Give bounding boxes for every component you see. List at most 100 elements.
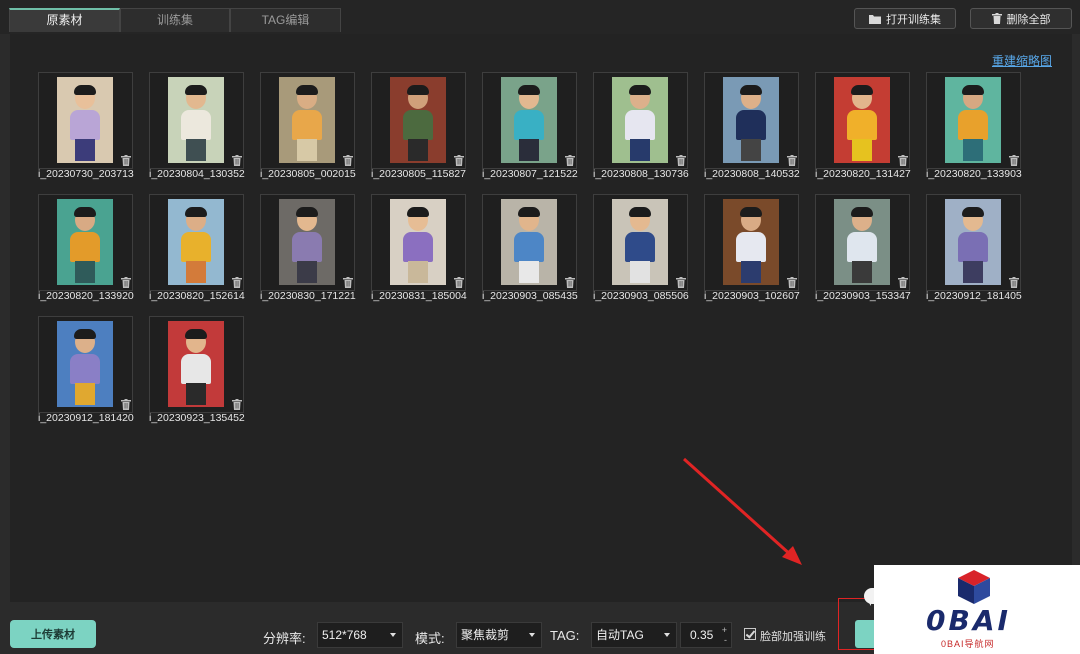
thumbnail-image[interactable] bbox=[57, 321, 113, 407]
thumbnail-filename: i_20230912_181420 bbox=[38, 412, 134, 424]
thumbnail-filename: i_20230804_130352 bbox=[149, 168, 245, 180]
thumbnail-item[interactable]: i_20230903_085506 bbox=[593, 194, 704, 316]
delete-image-icon[interactable] bbox=[898, 155, 908, 166]
thumbnail-frame bbox=[38, 316, 133, 413]
chevron-down-icon bbox=[664, 633, 670, 637]
thumbnail-filename: i_20230903_153347 bbox=[815, 290, 911, 302]
thumbnail-frame bbox=[593, 72, 688, 169]
chevron-down-icon bbox=[529, 633, 535, 637]
thumbnail-filename: i_20230730_203713 bbox=[38, 168, 134, 180]
thumbnail-filename: i_20230923_135452 bbox=[149, 412, 245, 424]
thumbnail-item[interactable]: i_20230805_002015 bbox=[260, 72, 371, 194]
thumbnail-item[interactable]: i_20230820_133903 bbox=[926, 72, 1037, 194]
thumbnail-filename: i_20230831_185004 bbox=[371, 290, 467, 302]
thumbnail-image[interactable] bbox=[168, 77, 224, 163]
delete-image-icon[interactable] bbox=[232, 277, 242, 288]
thumbnail-item[interactable]: i_20230820_152614 bbox=[149, 194, 260, 316]
delete-image-icon[interactable] bbox=[232, 399, 242, 410]
increment-icon[interactable]: + bbox=[722, 626, 727, 635]
thumbnail-image[interactable] bbox=[612, 199, 668, 285]
cube-logo-icon bbox=[958, 570, 990, 604]
thumbnail-item[interactable]: i_20230903_153347 bbox=[815, 194, 926, 316]
tab-tag-edit[interactable]: TAG编辑 bbox=[230, 8, 341, 32]
delete-image-icon[interactable] bbox=[787, 155, 797, 166]
thumbnail-item[interactable]: i_20230805_115827 bbox=[371, 72, 482, 194]
face-enhance-checkbox[interactable] bbox=[744, 628, 756, 640]
open-training-set-button[interactable]: 打开训练集 bbox=[854, 8, 956, 29]
thumbnail-image[interactable] bbox=[945, 199, 1001, 285]
delete-image-icon[interactable] bbox=[454, 277, 464, 288]
thumbnail-image[interactable] bbox=[279, 199, 335, 285]
delete-image-icon[interactable] bbox=[343, 155, 353, 166]
thumbnail-image[interactable] bbox=[57, 199, 113, 285]
delete-image-icon[interactable] bbox=[1009, 277, 1019, 288]
thumbnail-frame bbox=[704, 194, 799, 291]
delete-image-icon[interactable] bbox=[121, 155, 131, 166]
thumbnail-image[interactable] bbox=[279, 77, 335, 163]
delete-image-icon[interactable] bbox=[232, 155, 242, 166]
thumbnail-image[interactable] bbox=[57, 77, 113, 163]
thumbnail-item[interactable]: i_20230903_085435 bbox=[482, 194, 593, 316]
thumbnail-frame bbox=[149, 316, 244, 413]
thumbnail-item[interactable]: i_20230807_121522 bbox=[482, 72, 593, 194]
delete-image-icon[interactable] bbox=[565, 277, 575, 288]
thumbnail-frame bbox=[704, 72, 799, 169]
thumbnail-image[interactable] bbox=[612, 77, 668, 163]
thumbnail-image[interactable] bbox=[501, 77, 557, 163]
open-training-set-label: 打开训练集 bbox=[886, 13, 941, 26]
thumbnail-item[interactable]: i_20230808_140532 bbox=[704, 72, 815, 194]
delete-image-icon[interactable] bbox=[676, 155, 686, 166]
delete-image-icon[interactable] bbox=[676, 277, 686, 288]
threshold-stepper[interactable]: 0.35 + - bbox=[680, 622, 732, 648]
thumbnail-item[interactable]: i_20230831_185004 bbox=[371, 194, 482, 316]
thumbnail-item[interactable]: i_20230804_130352 bbox=[149, 72, 260, 194]
thumbnail-item[interactable]: i_20230808_130736 bbox=[593, 72, 704, 194]
thumbnail-item[interactable]: i_20230912_181420 bbox=[38, 316, 149, 438]
thumbnail-image[interactable] bbox=[945, 77, 1001, 163]
delete-image-icon[interactable] bbox=[454, 155, 464, 166]
thumbnail-item[interactable]: i_20230912_181405 bbox=[926, 194, 1037, 316]
face-enhance-label: 脸部加强训练 bbox=[760, 631, 826, 643]
tab-raw-material[interactable]: 原素材 bbox=[9, 8, 120, 32]
thumbnail-item[interactable]: i_20230820_133920 bbox=[38, 194, 149, 316]
tag-select[interactable]: 自动TAG bbox=[591, 622, 677, 648]
mode-select[interactable]: 聚焦裁剪 bbox=[456, 622, 542, 648]
thumbnail-image[interactable] bbox=[834, 77, 890, 163]
thumbnail-frame bbox=[38, 72, 133, 169]
thumbnail-image[interactable] bbox=[390, 199, 446, 285]
thumbnail-image[interactable] bbox=[168, 321, 224, 407]
thumbnail-image[interactable] bbox=[723, 77, 779, 163]
thumbnail-item[interactable]: i_20230730_203713 bbox=[38, 72, 149, 194]
thumbnail-item[interactable]: i_20230830_171221 bbox=[260, 194, 371, 316]
thumbnail-item[interactable]: i_20230820_131427 bbox=[815, 72, 926, 194]
thumbnail-image[interactable] bbox=[723, 199, 779, 285]
upload-material-button[interactable]: 上传素材 bbox=[10, 620, 96, 648]
thumbnail-filename: i_20230903_102607 bbox=[704, 290, 800, 302]
delete-image-icon[interactable] bbox=[121, 399, 131, 410]
thumbnail-filename: i_20230820_131427 bbox=[815, 168, 911, 180]
delete-image-icon[interactable] bbox=[343, 277, 353, 288]
watermark: 0BAI 0BAI导航网 bbox=[874, 565, 1080, 654]
delete-image-icon[interactable] bbox=[565, 155, 575, 166]
resolution-select[interactable]: 512*768 bbox=[317, 622, 403, 648]
delete-all-button[interactable]: 删除全部 bbox=[970, 8, 1072, 29]
delete-image-icon[interactable] bbox=[787, 277, 797, 288]
thumbnail-item[interactable]: i_20230903_102607 bbox=[704, 194, 815, 316]
thumbnail-image[interactable] bbox=[834, 199, 890, 285]
tag-value: 自动TAG bbox=[596, 628, 644, 642]
thumbnail-item[interactable]: i_20230923_135452 bbox=[149, 316, 260, 438]
thumbnail-frame bbox=[371, 194, 466, 291]
thumbnail-frame bbox=[371, 72, 466, 169]
delete-image-icon[interactable] bbox=[121, 277, 131, 288]
decrement-icon[interactable]: - bbox=[724, 636, 727, 645]
watermark-logo: 0BAI bbox=[926, 604, 1011, 637]
thumbnail-image[interactable] bbox=[390, 77, 446, 163]
tab-training-set[interactable]: 训练集 bbox=[120, 8, 230, 32]
rebuild-thumbnails-link[interactable]: 重建缩略图 bbox=[992, 52, 1052, 69]
delete-image-icon[interactable] bbox=[1009, 155, 1019, 166]
thumbnail-image[interactable] bbox=[501, 199, 557, 285]
thumbnail-filename: i_20230820_152614 bbox=[149, 290, 245, 302]
thumbnail-image[interactable] bbox=[168, 199, 224, 285]
delete-image-icon[interactable] bbox=[898, 277, 908, 288]
thumbnail-filename: i_20230903_085435 bbox=[482, 290, 578, 302]
